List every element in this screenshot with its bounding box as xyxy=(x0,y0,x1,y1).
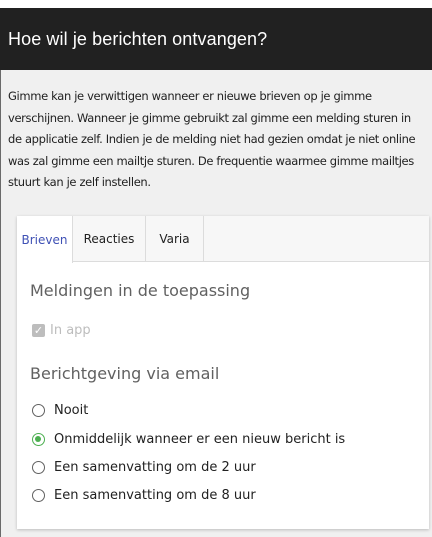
description-line: stuurt kan je zelf instellen. xyxy=(8,175,151,189)
check-icon[interactable]: ✓ xyxy=(32,324,45,337)
radio-option-2-uur[interactable]: Een samenvatting om de 2 uur xyxy=(32,460,256,475)
radio-option-8-uur[interactable]: Een samenvatting om de 8 uur xyxy=(32,488,256,503)
tab-varia[interactable]: Varia xyxy=(146,216,204,262)
left-border xyxy=(0,70,1,537)
description-line: verschijnen. Wanneer je gimme gebruikt z… xyxy=(8,110,411,125)
top-strip xyxy=(0,0,432,8)
description-text: Gimme kan je verwittigen wanneer er nieu… xyxy=(8,86,428,194)
radio-icon[interactable] xyxy=(32,489,45,502)
description-line: de applicatie zelf. Indien je de melding… xyxy=(8,132,416,146)
radio-option-label: Een samenvatting om de 8 uur xyxy=(54,488,256,503)
radio-option-nooit[interactable]: Nooit xyxy=(32,403,88,418)
radio-option-label: Een samenvatting om de 2 uur xyxy=(54,460,256,475)
radio-option-label: Onmiddelijk wanneer er een nieuw bericht… xyxy=(54,432,346,447)
tab-brieven[interactable]: Brieven xyxy=(17,216,73,263)
radio-icon[interactable] xyxy=(32,461,45,474)
radio-option-label: Nooit xyxy=(54,403,89,418)
tab-reacties[interactable]: Reacties xyxy=(73,216,146,262)
tab-bar: Brieven Reacties Varia xyxy=(17,216,429,263)
radio-selected-icon[interactable] xyxy=(32,433,45,446)
radio-icon[interactable] xyxy=(32,404,45,417)
in-app-section-title: Meldingen in de toepassing xyxy=(30,281,251,300)
radio-option-onmiddelijk[interactable]: Onmiddelijk wanneer er een nieuw bericht… xyxy=(32,432,345,447)
description-line: Gimme kan je verwittigen wanneer er nieu… xyxy=(8,89,372,103)
settings-card: Brieven Reacties Varia Meldingen in de t… xyxy=(17,216,429,529)
in-app-checkbox-row[interactable]: ✓ In app xyxy=(32,323,91,338)
dialog-title: Hoe wil je berichten ontvangen? xyxy=(8,28,268,49)
in-app-checkbox-label: In app xyxy=(50,323,91,338)
dialog-content: Gimme kan je verwittigen wanneer er nieu… xyxy=(0,70,432,537)
description-line: was zal gimme een mailtje sturen. De fre… xyxy=(8,153,414,168)
email-section-title: Berichtgeving via email xyxy=(30,364,220,383)
dialog-header: Hoe wil je berichten ontvangen? xyxy=(0,8,432,70)
